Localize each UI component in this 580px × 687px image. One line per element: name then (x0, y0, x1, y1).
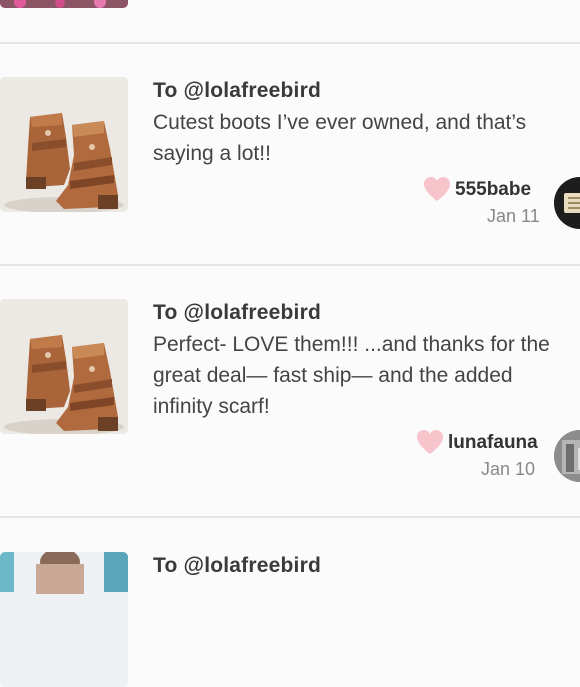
review-recipient[interactable]: To @lolafreebird (153, 554, 321, 578)
divider (0, 264, 580, 266)
review-comment: Cutest boots I’ve ever owned, and that’s… (153, 111, 527, 165)
review-recipient[interactable]: To @lolafreebird (153, 301, 321, 325)
review-photo-boots[interactable] (0, 77, 128, 212)
review-date: Jan 10 (481, 459, 536, 479)
divider (0, 516, 580, 518)
review-username[interactable]: 555babe (455, 179, 531, 201)
review-photo[interactable] (0, 552, 128, 687)
review-comment: Perfect- LOVE them!!! ...and thanks for … (153, 333, 550, 418)
heart-icon[interactable] (423, 176, 451, 202)
divider (0, 42, 580, 44)
user-avatar[interactable] (554, 430, 580, 482)
review-username[interactable]: lunafauna (448, 432, 538, 454)
review-photo-boots[interactable] (0, 299, 128, 434)
heart-icon[interactable] (416, 429, 444, 455)
user-avatar[interactable] (554, 177, 580, 229)
review-recipient[interactable]: To @lolafreebird (153, 79, 321, 103)
review-date: Jan 11 (487, 206, 540, 226)
review-photo-previous[interactable] (0, 0, 128, 8)
